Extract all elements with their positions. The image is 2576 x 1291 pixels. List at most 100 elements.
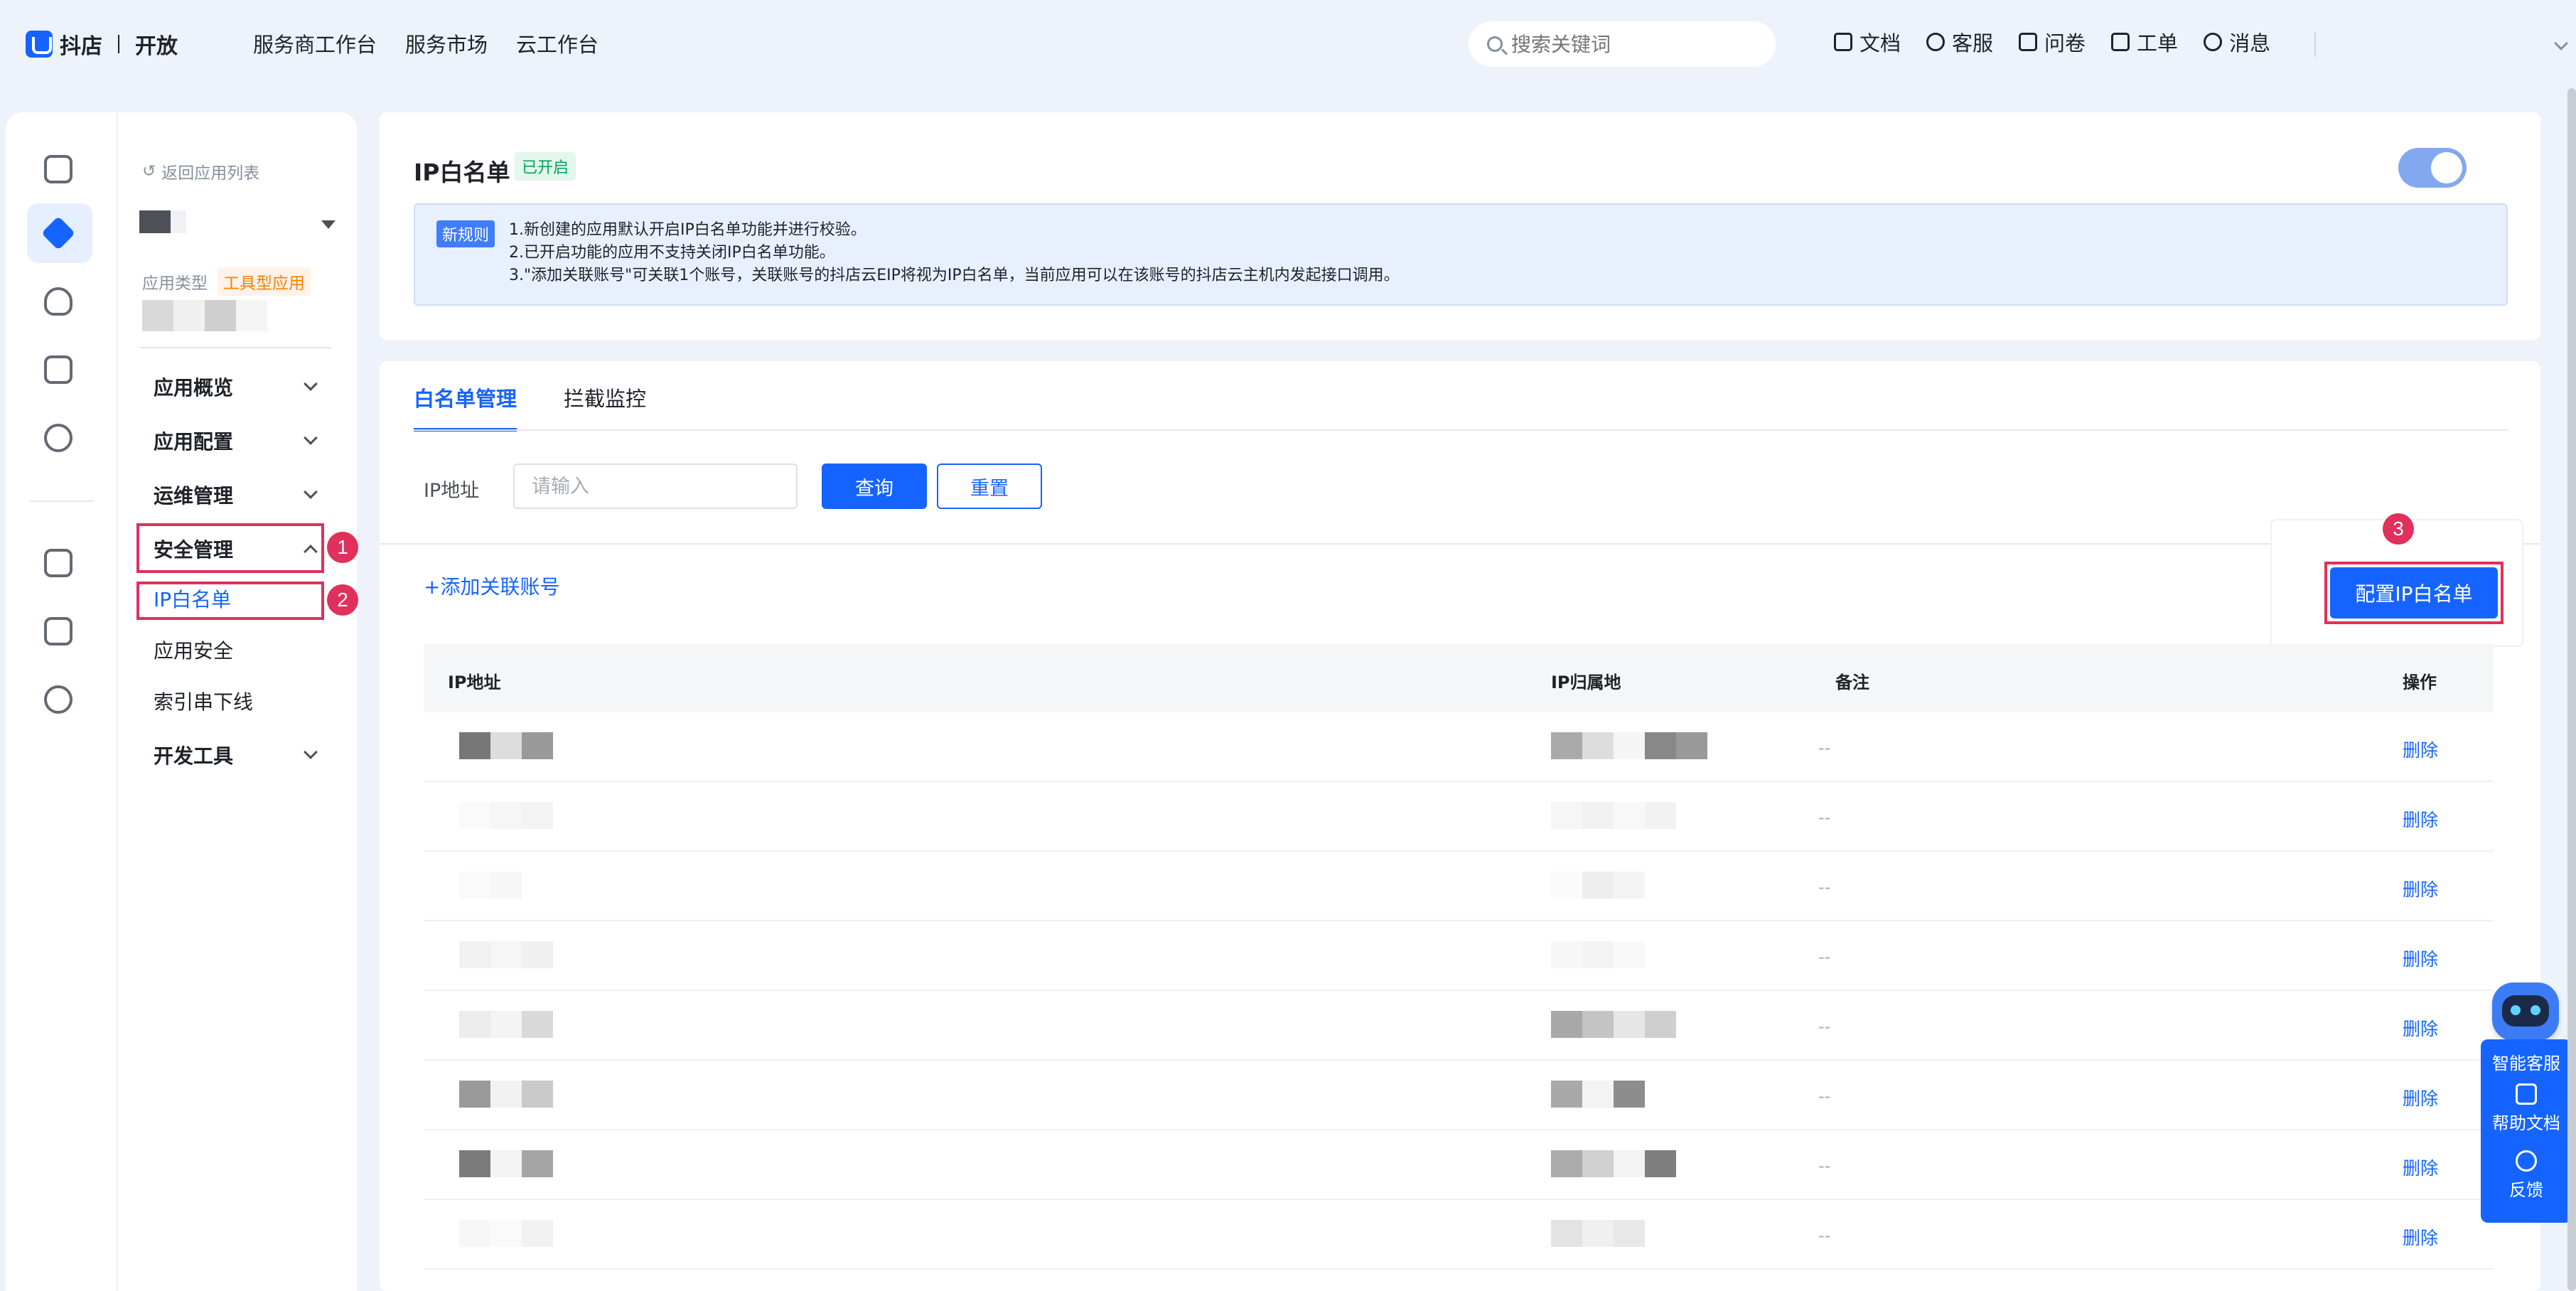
redacted-block [205, 300, 236, 331]
robot-eye [2511, 1005, 2521, 1015]
robot-icon [2492, 982, 2559, 1041]
delete-button[interactable]: 删除 [2403, 1015, 2438, 1041]
app-selector[interactable] [139, 210, 338, 236]
shield-icon[interactable] [44, 287, 73, 316]
nav-cloud-workbench[interactable]: 云工作台 [516, 28, 599, 58]
table-row: -- 删除 [424, 1130, 2494, 1200]
location-redacted [1551, 1150, 1676, 1177]
remark-cell: -- [1818, 738, 1831, 758]
table-row: -- 删除 [424, 921, 2494, 991]
table-row: -- 删除 [424, 991, 2494, 1061]
notice-text: 1.新创建的应用默认开启IP白名单功能并进行校验。 2.已开启功能的应用不支持关… [509, 219, 1400, 287]
remark-cell: -- [1818, 877, 1831, 897]
highlight-ip-whitelist [136, 582, 324, 620]
notice-line: 3."添加关联账号"可关联1个账号，关联账号的抖店云EIP将视为IP白名单，当前… [509, 267, 1400, 284]
delete-button[interactable]: 删除 [2403, 1155, 2438, 1180]
docs-link[interactable]: 文档 [1834, 27, 1901, 57]
remark-cell: -- [1818, 1156, 1831, 1176]
whitelist-management-card: 白名单管理 拦截监控 IP地址 查询 重置 +添加关联账号 配置IP白名单 3 … [380, 361, 2540, 1291]
brand-logo[interactable]: 抖店 开放 [26, 27, 178, 61]
icon-rail [6, 112, 117, 1291]
notice-line: 1.新创建的应用默认开启IP白名单功能并进行校验。 [509, 221, 866, 239]
tab-underline [414, 429, 2508, 431]
info-icon [2111, 33, 2130, 51]
feedback-button[interactable]: 反馈 [2481, 1150, 2572, 1201]
table-row: -- 删除 [424, 782, 2494, 852]
app-name-redacted [171, 210, 186, 233]
ip-redacted [459, 732, 553, 759]
ai-service-button[interactable]: 智能客服 [2481, 1049, 2572, 1074]
menu-label: 应用概览 [154, 376, 234, 400]
redacted-block [142, 300, 173, 331]
helper-panel: 智能客服 帮助文档 反馈 [2481, 1039, 2572, 1223]
help-docs-label: 帮助文档 [2492, 1113, 2560, 1133]
sub-app-security[interactable]: 应用安全 [154, 636, 233, 664]
reset-button[interactable]: 重置 [937, 464, 1042, 509]
chevron-down-icon [304, 431, 318, 445]
home-icon[interactable] [44, 155, 73, 183]
step-badge-1: 1 [327, 532, 358, 563]
smile-icon [1926, 33, 1946, 51]
logo-subtitle: 开放 [135, 34, 178, 59]
nav-service-market[interactable]: 服务市场 [405, 28, 488, 58]
back-to-app-list[interactable]: ↺ 返回应用列表 [142, 159, 259, 183]
ip-redacted [459, 802, 553, 829]
search-input[interactable] [1511, 32, 1753, 56]
messages-label: 消息 [2229, 31, 2271, 55]
top-actions: 文档 客服 问卷 工单 消息 [1834, 27, 2270, 57]
ai-assistant-robot[interactable] [2485, 977, 2565, 1048]
ip-redacted [459, 941, 553, 968]
menu-dev-tools[interactable]: 开发工具 [154, 741, 324, 769]
delete-button[interactable]: 删除 [2403, 876, 2438, 901]
customer-service-link[interactable]: 客服 [1926, 27, 1993, 57]
highlight-config-button [2324, 562, 2503, 624]
logo-text: 抖店 [60, 34, 102, 59]
delete-button[interactable]: 删除 [2403, 1224, 2438, 1250]
person-icon[interactable] [44, 424, 73, 452]
survey-link[interactable]: 问卷 [2019, 27, 2086, 57]
menu-app-config[interactable]: 应用配置 [154, 427, 324, 455]
info-icon[interactable] [44, 355, 73, 384]
top-nav: 服务商工作台 服务市场 云工作台 [253, 28, 599, 58]
tab-intercept-monitor[interactable]: 拦截监控 [564, 382, 646, 432]
tab-bar: 白名单管理 拦截监控 [414, 382, 646, 432]
ticket-label: 工单 [2137, 31, 2179, 55]
database-icon[interactable] [44, 549, 73, 577]
ip-redacted [459, 1011, 553, 1038]
add-linked-account-link[interactable]: +添加关联账号 [424, 572, 559, 600]
ip-filter-input[interactable] [513, 464, 798, 509]
location-redacted [1551, 872, 1645, 899]
tab-whitelist-management[interactable]: 白名单管理 [414, 382, 517, 432]
rules-notice: 新规则 1.新创建的应用默认开启IP白名单功能并进行校验。 2.已开启功能的应用… [414, 203, 2508, 306]
feedback-icon [2516, 1150, 2537, 1172]
delete-button[interactable]: 删除 [2403, 736, 2438, 762]
scrollbar-thumb[interactable] [2567, 88, 2576, 1291]
query-button[interactable]: 查询 [822, 464, 927, 509]
delete-button[interactable]: 删除 [2403, 1085, 2438, 1110]
book-icon [2516, 1083, 2537, 1105]
menu-ops[interactable]: 运维管理 [154, 481, 324, 509]
whitelist-toggle[interactable] [2398, 148, 2467, 188]
col-ip-location: IP归属地 [1551, 673, 1621, 692]
survey-label: 问卷 [2044, 31, 2086, 55]
app-type: 应用类型 工具型应用 [142, 267, 311, 296]
menu-label: 应用配置 [154, 430, 234, 454]
sub-index-offline[interactable]: 索引串下线 [154, 687, 253, 715]
menu-app-overview[interactable]: 应用概览 [154, 373, 324, 401]
menu-label: 开发工具 [154, 744, 234, 768]
delete-button[interactable]: 删除 [2403, 946, 2438, 971]
messages-link[interactable]: 消息 [2204, 27, 2270, 57]
caret-down-icon [321, 220, 336, 229]
notes-icon[interactable] [44, 617, 73, 646]
ticket-link[interactable]: 工单 [2111, 27, 2178, 57]
top-divider [2314, 31, 2316, 57]
delete-button[interactable]: 删除 [2403, 806, 2438, 832]
lightbulb-icon[interactable] [44, 685, 73, 714]
remark-cell: -- [1818, 1017, 1831, 1036]
search-box[interactable] [1469, 21, 1776, 67]
help-docs-button[interactable]: 帮助文档 [2481, 1083, 2572, 1134]
whitelist-table: IP地址 IP归属地 备注 操作 -- 删除 -- 删除 -- 删除 -- 删除… [424, 644, 2494, 1291]
nav-provider-workbench[interactable]: 服务商工作台 [253, 28, 377, 58]
bell-icon [2204, 33, 2223, 51]
col-actions: 操作 [2403, 673, 2437, 692]
